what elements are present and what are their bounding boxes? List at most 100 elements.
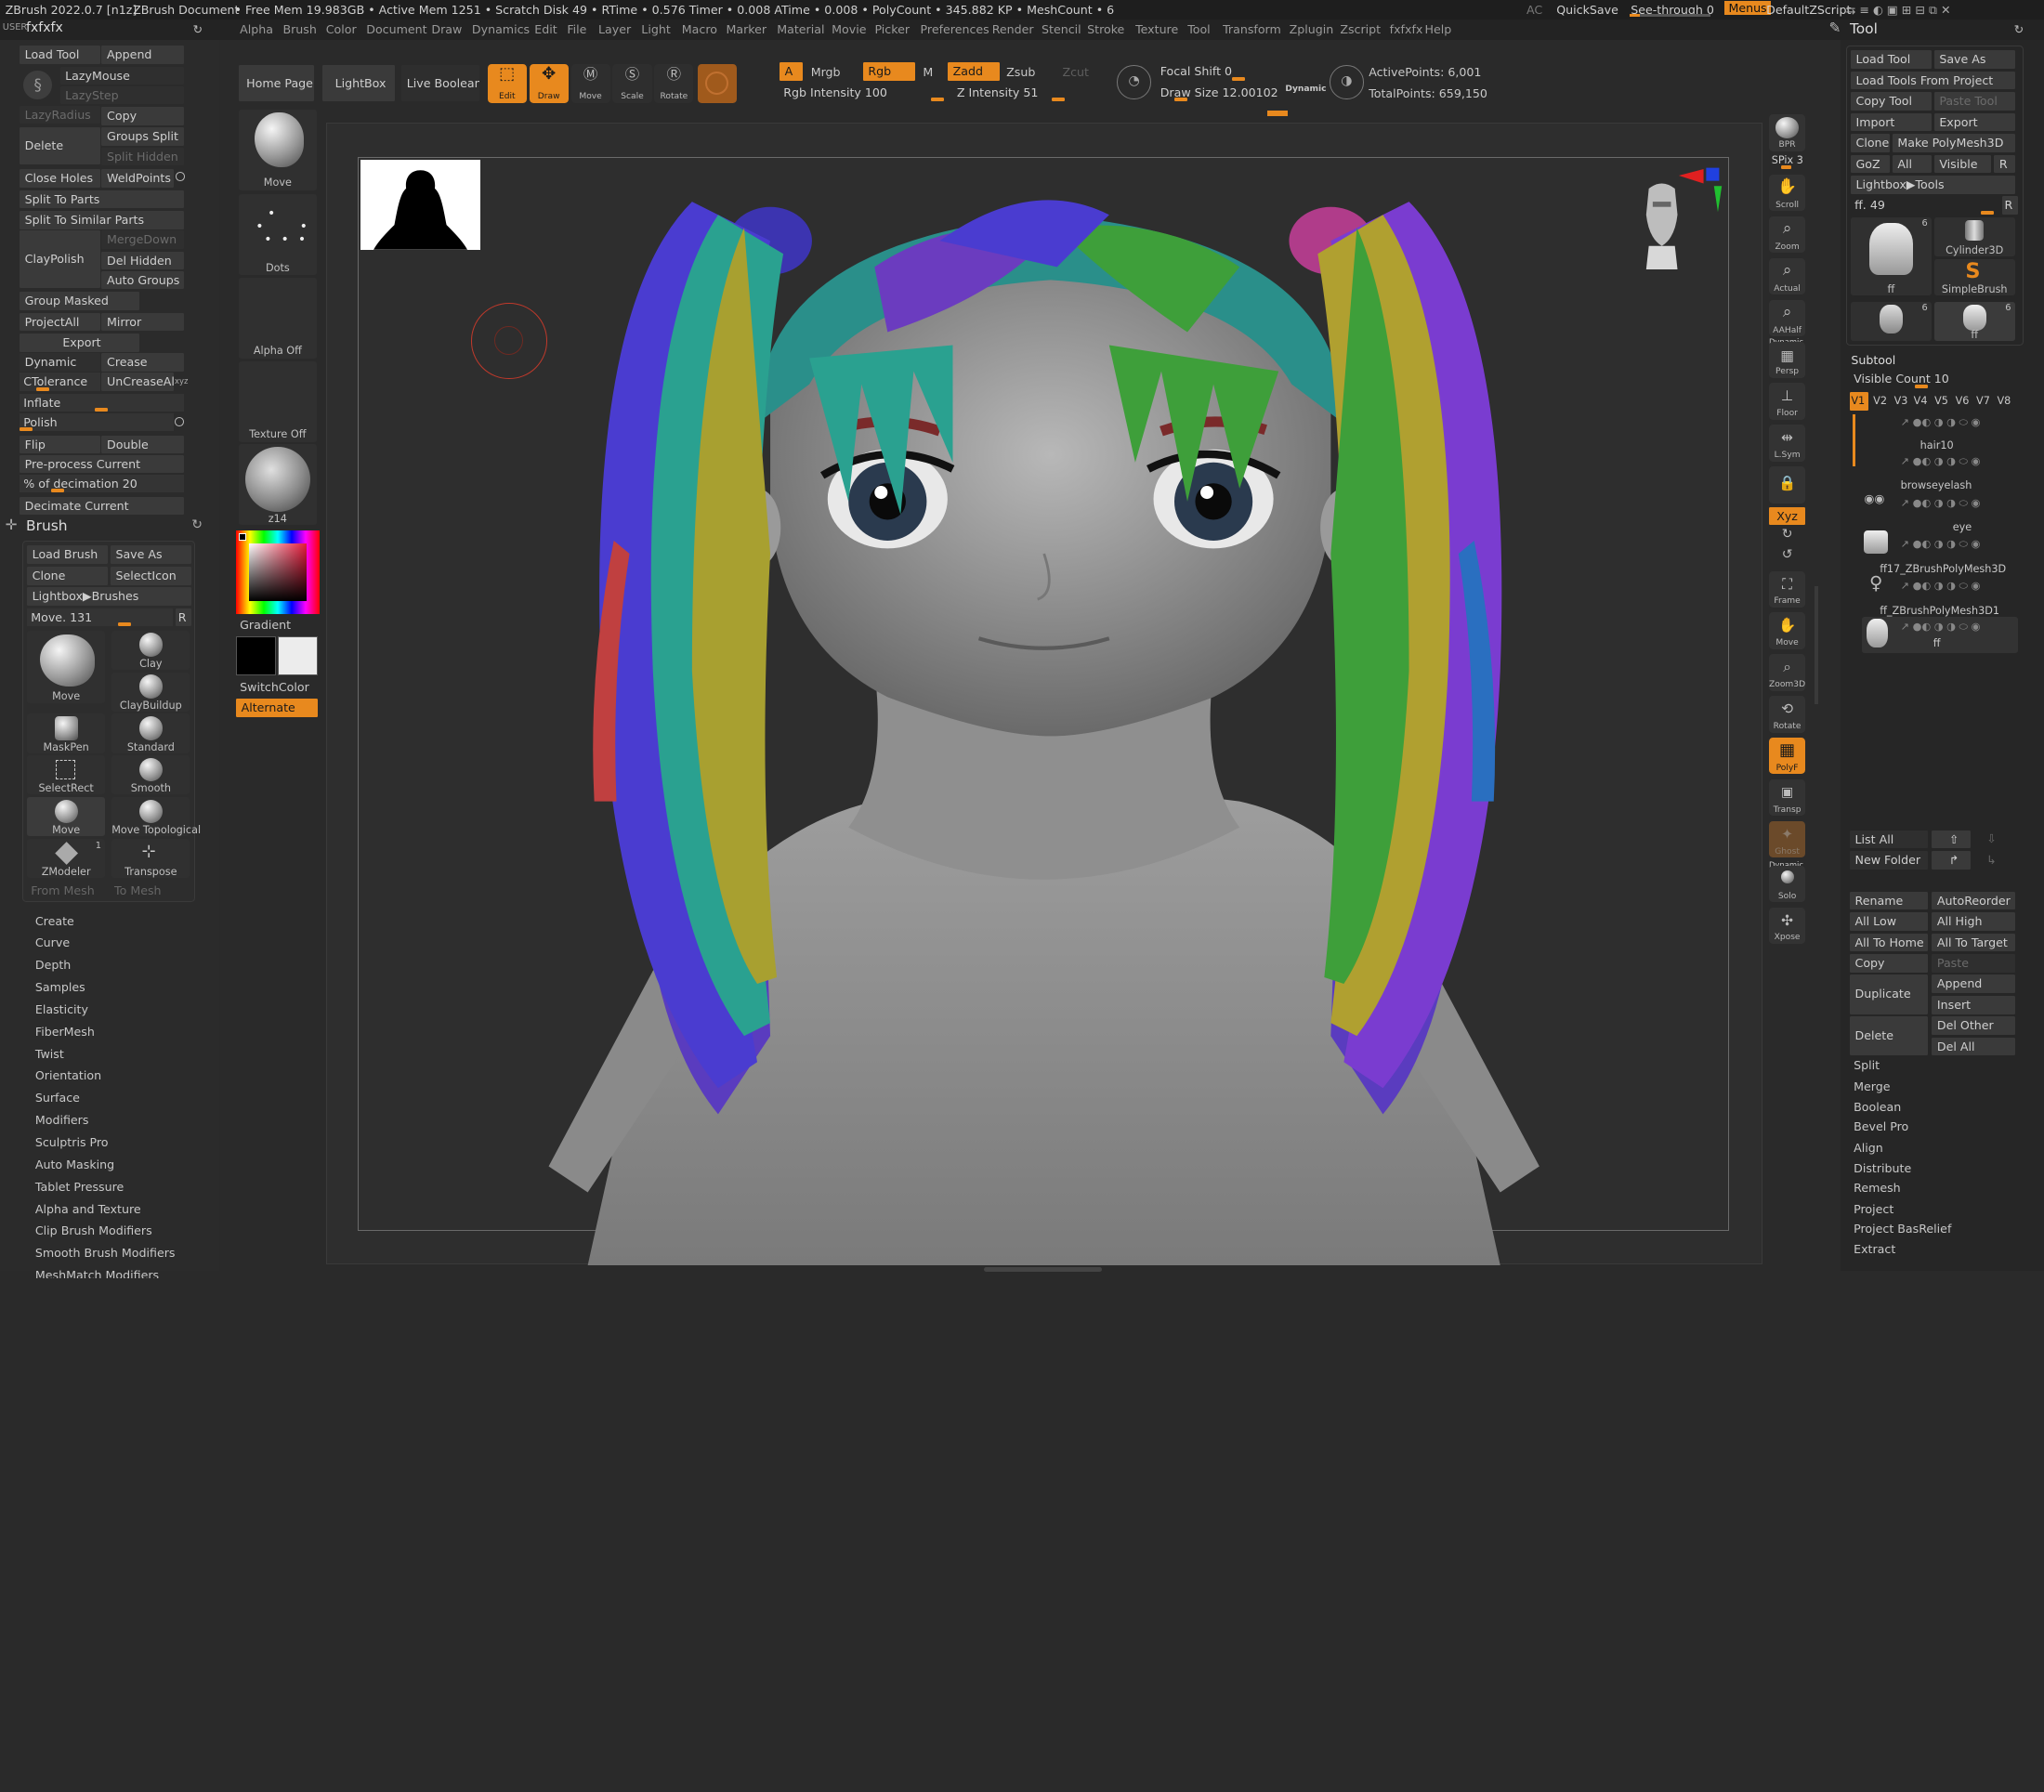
gradient-toggle[interactable]: Gradient [240,618,291,632]
m-toggle[interactable]: M [923,65,933,79]
brush-size-slider[interactable]: Move. 131 [27,608,174,627]
brush-standard[interactable]: Standard [111,713,190,753]
brush-section-surface[interactable]: Surface [35,1091,80,1105]
import-button[interactable]: Import [1850,112,1932,132]
inflate-slider[interactable]: Inflate [20,393,184,412]
mirror-button[interactable]: Mirror [101,312,184,332]
subtool-row-0-icons[interactable]: ↗ ●◐ ◑ ◑ ⬭ ◉ [1901,416,1981,429]
mergedown-button[interactable]: MergeDown [101,230,184,249]
crease-button[interactable]: Crease [101,353,184,372]
floor-button[interactable]: ⊥ Floor [1768,383,1806,420]
autoreorder-button[interactable]: AutoReorder [1932,891,2016,910]
focal-shift-icon[interactable]: ◔ [1117,65,1151,99]
brush-section-modifiers[interactable]: Modifiers [35,1113,89,1127]
subtool-row-4-icons[interactable]: ↗ ●◐ ◑ ◑ ⬭ ◉ [1901,580,1981,593]
goz-button[interactable]: GoZ [1850,154,1890,174]
menu-movie[interactable]: Movie [832,22,866,36]
subtool-section-merge[interactable]: Merge [1854,1079,1890,1093]
brush-section-orientation[interactable]: Orientation [35,1068,101,1082]
subtool-section-bevel-pro[interactable]: Bevel Pro [1854,1119,1908,1133]
from-mesh-button[interactable]: From Mesh [31,883,94,897]
dynamic-button[interactable]: Dynamic [20,353,101,372]
copy-tool-button[interactable]: Copy Tool [1850,92,1932,111]
tool-save-as-button[interactable]: Save As [1933,50,2015,69]
menu-edit[interactable]: Edit [534,22,557,36]
brush-section-auto-masking[interactable]: Auto Masking [35,1158,114,1171]
version-v8[interactable]: V8 [1997,395,2011,407]
move-down-icon[interactable]: ⇩ [1986,831,1997,845]
brush-section-twist[interactable]: Twist [35,1047,64,1061]
version-v4[interactable]: V4 [1914,395,1928,407]
version-v7[interactable]: V7 [1976,395,1990,407]
load-tool-button[interactable]: Load Tool [20,46,101,64]
xyz-symmetry-toggle[interactable]: Xyz [1768,506,1806,526]
brush-section-alpha-texture[interactable]: Alpha and Texture [35,1202,141,1216]
new-folder-button[interactable]: New Folder [1849,851,1929,870]
subtool-section-remesh[interactable]: Remesh [1854,1181,1901,1195]
version-v6[interactable]: V6 [1956,395,1970,407]
menu-zplugin[interactable]: Zplugin [1290,22,1334,36]
subtool-row-ff-selected[interactable]: ↗ ●◐ ◑ ◑ ⬭ ◉ ff [1861,616,2018,653]
paste-tool-button[interactable]: Paste Tool [1933,92,2015,111]
tool-clone-button[interactable]: Clone [1850,134,1890,152]
color-picker[interactable] [235,530,320,614]
menu-preferences[interactable]: Preferences [921,22,989,36]
brush-move-topological[interactable]: Move Topological [111,797,201,837]
subtool-copy-button[interactable]: Copy [1849,954,1929,973]
weldpoints-button[interactable]: WeldPoints [101,169,174,189]
brush-smooth[interactable]: Smooth [111,755,190,795]
scroll-button[interactable]: ✋ Scroll [1768,175,1806,212]
subtool-row-3-icons[interactable]: ↗ ●◐ ◑ ◑ ⬭ ◉ [1901,538,1981,551]
canvas-viewport[interactable] [325,122,1762,1265]
rename-button[interactable]: Rename [1849,891,1929,910]
subtool-row-5-icons[interactable]: ↗ ●◐ ◑ ◑ ⬭ ◉ [1901,621,1981,634]
menu-file[interactable]: File [567,22,586,36]
subtool-append-button[interactable]: Append [1932,974,2016,994]
menu-dynamics[interactable]: Dynamics [472,22,530,36]
menu-help[interactable]: Help [1425,22,1452,36]
brush-section-elasticity[interactable]: Elasticity [35,1002,88,1016]
shelf-material[interactable]: z14 [238,444,317,526]
del-all-button[interactable]: Del All [1932,1037,2016,1056]
flip-button[interactable]: Flip [20,435,101,454]
rotate-y-button[interactable]: ↻ [1769,527,1805,545]
zoom3d-button[interactable]: ⌕ Zoom3D [1768,654,1806,691]
xpose-button[interactable]: ✣ Xpose [1768,907,1806,944]
right-tray-divider[interactable] [1815,586,1819,704]
tool-thumb-hair-small[interactable]: 6 [1850,302,1932,342]
scale-mode-button[interactable]: Ⓢ Scale [612,63,652,103]
subtool-section-boolean[interactable]: Boolean [1854,1100,1901,1114]
solo-button[interactable]: Solo [1768,865,1806,902]
zcut-toggle[interactable]: Zcut [1062,65,1089,79]
goz-visible-button[interactable]: Visible [1933,154,1992,174]
menus-toggle[interactable]: Menus [1724,1,1771,16]
version-v2[interactable]: V2 [1873,395,1887,407]
brush-refresh-icon[interactable]: ↻ [191,517,203,532]
claypolish-button[interactable]: ClayPolish [20,230,101,289]
close-holes-button[interactable]: Close Holes [20,169,101,189]
menu-fxfxfx[interactable]: fxfxfx [1390,22,1423,36]
lazyradius-slider[interactable]: LazyRadius [20,105,101,124]
tool-thumb-ff-current[interactable]: 6 ff [1933,302,2015,342]
subtool-row-eye[interactable]: eye [1953,521,1972,533]
subtool-delete-button[interactable]: Delete [1849,1016,1929,1056]
lightbox-tools-button[interactable]: Lightbox▶Tools [1850,175,2015,194]
menu-draw[interactable]: Draw [431,22,462,36]
brush-section-sculptris-pro[interactable]: Sculptris Pro [35,1135,109,1149]
alternate-toggle[interactable]: Alternate [235,699,319,717]
duplicate-button[interactable]: Duplicate [1849,974,1929,1014]
split-to-parts-button[interactable]: Split To Parts [20,190,184,209]
frame-button[interactable]: ⛶ Frame [1768,570,1806,608]
lightbox-button[interactable]: LightBox [321,65,396,102]
decimate-current-button[interactable]: Decimate Current [20,496,184,516]
all-low-button[interactable]: All Low [1849,912,1929,931]
tool-load-button[interactable]: Load Tool [1850,50,1932,69]
lazystep-slider[interactable]: LazyStep [59,85,184,105]
split-similar-parts-button[interactable]: Split To Similar Parts [20,211,184,229]
all-to-home-button[interactable]: All To Home [1849,933,1929,952]
menu-color[interactable]: Color [326,22,357,36]
menu-light[interactable]: Light [641,22,670,36]
zsub-toggle[interactable]: Zsub [1006,65,1035,79]
menu-zscript[interactable]: Zscript [1340,22,1381,36]
tool-thumb-ff[interactable]: 6 ff [1850,216,1932,296]
